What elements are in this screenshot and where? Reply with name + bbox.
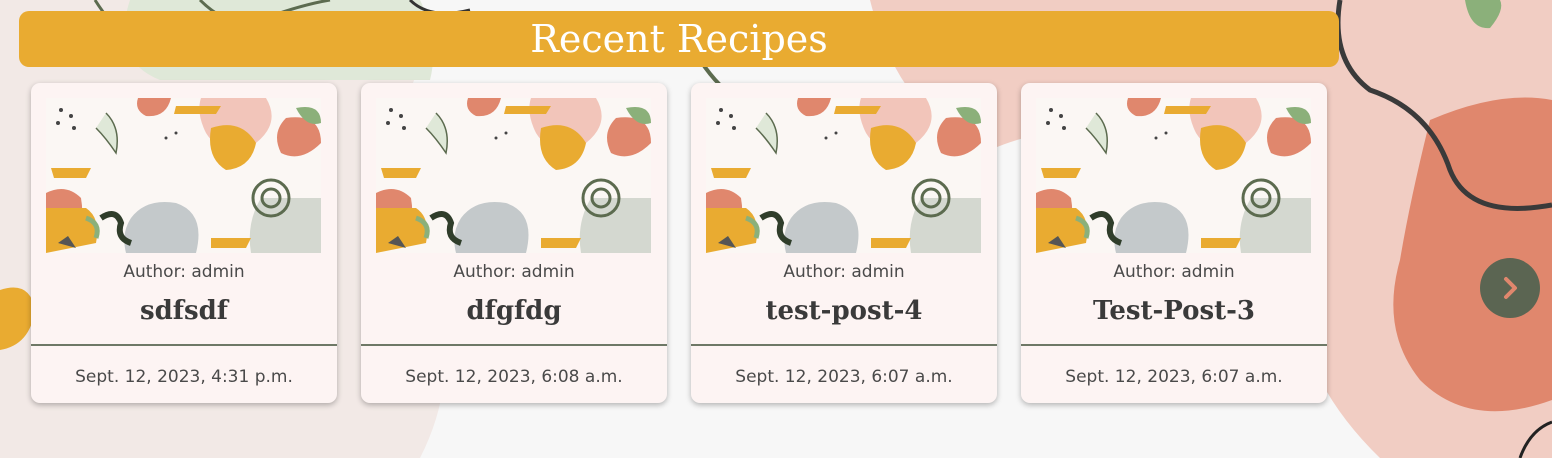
recent-recipes-banner: Recent Recipes xyxy=(19,11,1339,67)
recipe-card[interactable]: Author: admin sdfsdf Sept. 12, 2023, 4:3… xyxy=(31,83,337,403)
recipe-title[interactable]: sdfsdf xyxy=(31,296,337,326)
divider xyxy=(691,344,997,346)
section-title: Recent Recipes xyxy=(530,17,828,61)
recipe-card[interactable]: Author: admin Test-Post-3 Sept. 12, 2023… xyxy=(1021,83,1327,403)
recipe-card[interactable]: Author: admin dfgfdg Sept. 12, 2023, 6:0… xyxy=(361,83,667,403)
recipe-date: Sept. 12, 2023, 6:07 a.m. xyxy=(735,367,953,387)
recipe-title[interactable]: test-post-4 xyxy=(691,296,997,326)
recipe-date: Sept. 12, 2023, 6:07 a.m. xyxy=(1065,367,1283,387)
divider xyxy=(31,344,337,346)
recipe-title[interactable]: dfgfdg xyxy=(361,296,667,326)
recipe-author: Author: admin xyxy=(783,262,905,282)
recipe-author: Author: admin xyxy=(453,262,575,282)
recipe-title[interactable]: Test-Post-3 xyxy=(1021,296,1327,326)
recipe-date: Sept. 12, 2023, 6:08 a.m. xyxy=(405,367,623,387)
recipe-author: Author: admin xyxy=(1113,262,1235,282)
recipe-image xyxy=(1036,98,1311,253)
recipe-image xyxy=(46,98,321,253)
recipe-date: Sept. 12, 2023, 4:31 p.m. xyxy=(75,367,293,387)
chevron-right-icon xyxy=(1504,277,1517,299)
recipe-image xyxy=(706,98,981,253)
carousel-next-button[interactable] xyxy=(1480,258,1540,318)
recipe-author: Author: admin xyxy=(123,262,245,282)
recipe-image xyxy=(376,98,651,253)
recipe-card[interactable]: Author: admin test-post-4 Sept. 12, 2023… xyxy=(691,83,997,403)
divider xyxy=(361,344,667,346)
divider xyxy=(1021,344,1327,346)
